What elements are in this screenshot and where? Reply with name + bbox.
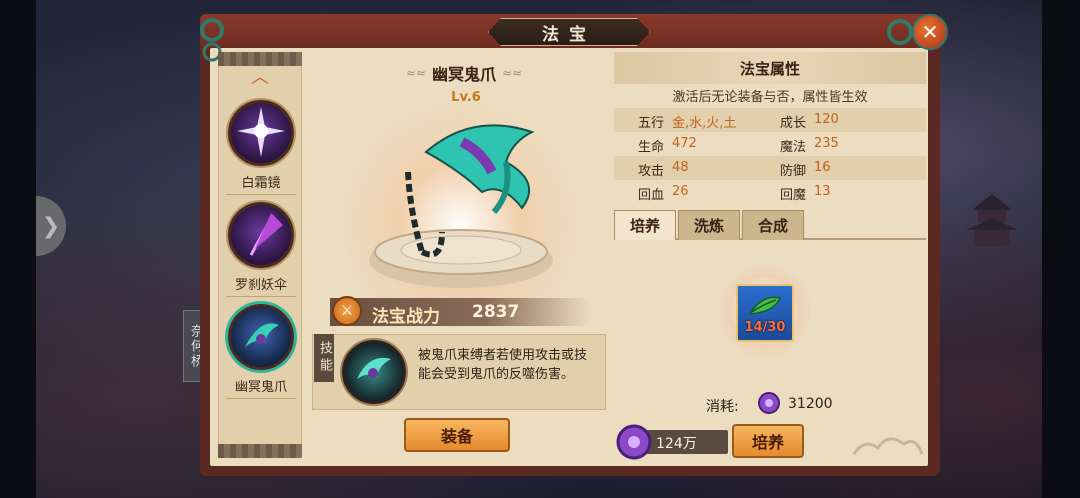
balance-value: 124万 [656,436,697,452]
attr-value: 26 [672,184,689,199]
attribute-row: 回血 26 回魔 13 [614,180,926,204]
skill-tab-label: 技能 [314,334,334,382]
attr-value: 235 [814,136,839,151]
attr-value: 472 [672,136,697,151]
equip-button[interactable]: 装备 [404,418,510,452]
tab-peiyang[interactable]: 培养 [614,210,676,240]
attr-value: 48 [672,160,689,175]
ghost-claw-weapon-icon [405,124,535,258]
wave-ornament-icon: ≈≈ [502,66,523,80]
list-cap-top [218,52,302,66]
divider [226,296,296,297]
treasure-name: 幽冥鬼爪 [431,65,496,84]
attributes-header: 法宝属性 [614,52,926,84]
cloud-ornament-icon [852,437,924,455]
cost-label: 消耗: [706,399,739,415]
attribute-row: 生命 472 魔法 235 [614,132,926,156]
green-leaf-icon [748,296,782,315]
divider [226,194,296,195]
screen-edge-right [1042,0,1080,498]
attr-value: 16 [814,160,831,175]
scroll-up-icon[interactable]: ︿ [246,69,274,87]
attr-key: 攻击 [638,164,665,179]
attr-value: 13 [814,184,831,199]
attr-key: 生命 [638,140,665,155]
power-bar [330,298,590,326]
list-item-luoshayaosan[interactable]: 罗刹妖伞 [222,202,300,302]
list-item-youminguizhua[interactable]: 幽冥鬼爪 [222,304,300,404]
attr-key: 五行 [638,116,665,131]
attr-key: 防御 [780,164,807,179]
attr-key: 魔法 [780,140,807,155]
power-value: 2837 [472,302,520,322]
list-item-label: 白霜镜 [241,176,281,191]
attr-key: 回血 [638,188,665,203]
tab-hecheng[interactable]: 合成 [742,210,804,240]
divider [226,398,296,399]
claw-icon [228,304,294,370]
sword-icon: ⚔ [332,296,362,326]
train-button[interactable]: 培养 [732,424,804,458]
purple-gem-icon [616,424,652,460]
cost-value: 31200 [788,396,833,412]
pagoda-icon [966,194,1018,246]
attribute-row: 攻击 48 防御 16 [614,156,926,180]
close-icon: ✕ [921,20,939,44]
list-item-baishuangjing[interactable]: 白霜镜 [222,100,300,200]
skill-icon[interactable] [342,340,406,404]
attr-key: 成长 [780,116,807,131]
attributes-subtitle: 激活后无论装备与否，属性皆生效 [672,90,868,105]
mirror-icon [228,100,294,166]
umbrella-icon [228,202,294,268]
treasure-name-banner: ≈≈ 幽冥鬼爪 ≈≈ [396,62,532,84]
purple-gem-icon [758,392,780,414]
material-count: 14/30 [744,320,786,335]
skill-description: 被鬼爪束缚者若使用攻击或技能会受到鬼爪的反噬伤害。 [418,348,588,382]
attr-value: 金,水,火,土 [672,116,737,131]
attr-value: 120 [814,112,839,127]
tab-xilian[interactable]: 洗炼 [678,210,740,240]
list-item-label: 幽冥鬼爪 [234,380,287,395]
wave-ornament-icon: ≈≈ [405,66,426,80]
power-label: 法宝战力 [372,307,440,327]
title-plate: 法宝 [488,18,650,46]
list-item-label: 罗刹妖伞 [234,278,287,293]
attributes-title: 法宝属性 [739,59,800,78]
screen-edge-left [0,0,36,498]
list-cap-bottom [218,444,302,458]
attr-key: 回魔 [780,188,807,203]
window-title: 法宝 [542,24,596,45]
close-button[interactable]: ✕ [912,14,948,50]
attribute-row: 五行 金,水,火,土 成长 120 [614,108,926,132]
